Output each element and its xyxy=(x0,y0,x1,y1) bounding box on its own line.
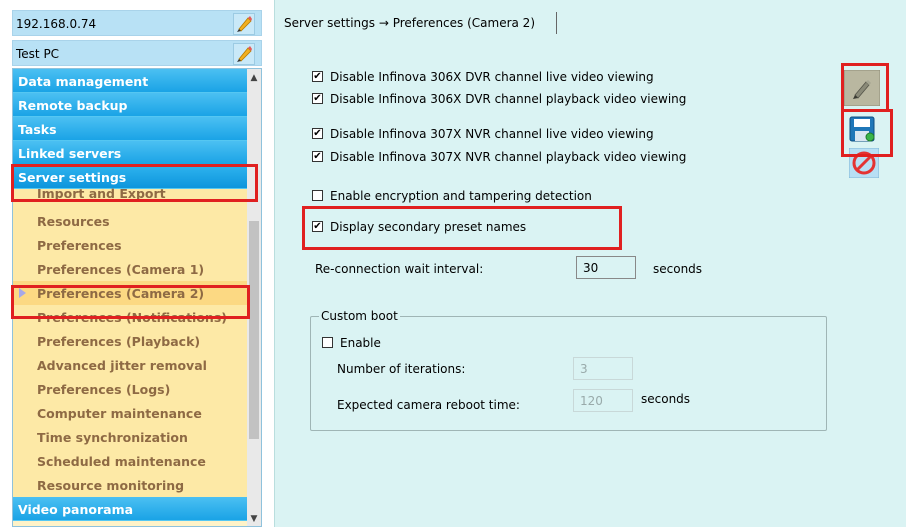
reconnect-input[interactable] xyxy=(577,257,635,278)
nav-sub-label: Preferences (Logs) xyxy=(37,382,171,397)
nav-advanced-jitter-removal[interactable]: Advanced jitter removal xyxy=(13,353,247,377)
nav-video-panorama[interactable]: Video panorama xyxy=(13,497,247,521)
checkbox-306x-live-box[interactable]: ✔ xyxy=(312,71,323,82)
checkbox-custom-boot-enable-box[interactable] xyxy=(322,337,333,348)
nav-sub-label: Preferences (Playback) xyxy=(37,334,201,349)
nav-linked-servers[interactable]: Linked servers xyxy=(13,141,247,165)
nav-preferences-camera-1[interactable]: Preferences (Camera 1) xyxy=(13,257,247,281)
edit-address-pencil-icon[interactable] xyxy=(233,13,255,35)
iterations-field[interactable] xyxy=(573,357,633,380)
nav-label: Linked servers xyxy=(18,146,122,161)
nav-time-synchronization[interactable]: Time synchronization xyxy=(13,425,247,449)
scroll-thumb[interactable] xyxy=(249,221,259,439)
scroll-up-icon[interactable]: ▲ xyxy=(247,71,261,85)
nav-label: Video panorama xyxy=(18,502,134,517)
checkbox-307x-playback-box[interactable]: ✔ xyxy=(312,151,323,162)
nav-resource-monitoring[interactable]: Resource monitoring xyxy=(13,473,247,497)
nav-resources[interactable]: Resources xyxy=(13,209,247,233)
highlight-secondary-preset-names xyxy=(302,206,622,250)
page-title: Server settings → Preferences (Camera 2) xyxy=(284,16,535,30)
reconnect-field[interactable] xyxy=(576,256,636,279)
reboot-time-input[interactable] xyxy=(574,390,632,411)
nav-sub-label: Time synchronization xyxy=(37,430,188,445)
edit-pc-name-pencil-icon[interactable] xyxy=(233,43,255,65)
nav-label: Data management xyxy=(18,74,149,89)
nav-tasks[interactable]: Tasks xyxy=(13,117,247,141)
nav-sub-label: Advanced jitter removal xyxy=(37,358,207,373)
nav-remote-backup[interactable]: Remote backup xyxy=(13,93,247,117)
nav-sub-label: Resource monitoring xyxy=(37,478,185,493)
scroll-down-icon[interactable]: ▼ xyxy=(247,512,261,526)
nav-preferences-logs[interactable]: Preferences (Logs) xyxy=(13,377,247,401)
highlight-server-settings xyxy=(11,164,258,202)
server-address: 192.168.0.74 xyxy=(16,17,97,31)
nav-preferences[interactable]: Preferences xyxy=(13,233,247,257)
highlight-edit-button xyxy=(841,63,889,112)
reconnect-label: Re-connection wait interval: xyxy=(315,262,484,276)
nav-sub-label: Preferences (Camera 1) xyxy=(37,262,205,277)
server-address-row[interactable]: 192.168.0.74 xyxy=(12,10,262,36)
nav-label: Tasks xyxy=(18,122,57,137)
settings-panel: Server settings → Preferences (Camera 2)… xyxy=(274,0,906,527)
nav-scheduled-maintenance[interactable]: Scheduled maintenance xyxy=(13,449,247,473)
checkbox-encryption-box[interactable] xyxy=(312,190,323,201)
title-caret xyxy=(556,12,557,34)
reconnect-unit: seconds xyxy=(653,262,703,276)
checkbox-306x-playback-label: Disable Infinova 306X DVR channel playba… xyxy=(330,92,687,106)
pc-name-row[interactable]: Test PC xyxy=(12,40,262,66)
nav-sub-label: Computer maintenance xyxy=(37,406,202,421)
nav-computer-maintenance[interactable]: Computer maintenance xyxy=(13,401,247,425)
sidebar: 192.168.0.74 Test PC Data management Rem… xyxy=(12,10,262,527)
checkbox-306x-playback-box[interactable]: ✔ xyxy=(312,93,323,104)
checkbox-encryption-label: Enable encryption and tampering detectio… xyxy=(330,189,592,203)
checkbox-307x-playback-label: Disable Infinova 307X NVR channel playba… xyxy=(330,150,687,164)
iterations-input[interactable] xyxy=(574,358,632,379)
checkbox-307x-live-box[interactable]: ✔ xyxy=(312,128,323,139)
nav-sub-label: Resources xyxy=(37,214,110,229)
pc-name: Test PC xyxy=(16,47,60,61)
highlight-preferences-camera-2 xyxy=(11,285,250,319)
iterations-label: Number of iterations: xyxy=(337,362,466,376)
nav-label: Remote backup xyxy=(18,98,128,113)
checkbox-custom-boot-enable-label: Enable xyxy=(340,336,381,350)
checkbox-306x-live-label: Disable Infinova 306X DVR channel live v… xyxy=(330,70,654,84)
highlight-save-button xyxy=(841,109,893,157)
nav-data-management[interactable]: Data management xyxy=(13,69,247,93)
nav-sub-label: Preferences xyxy=(37,238,122,253)
nav-sub-label: Scheduled maintenance xyxy=(37,454,206,469)
custom-boot-legend: Custom boot xyxy=(319,309,400,323)
reboot-time-unit: seconds xyxy=(641,392,691,406)
reboot-time-label: Expected camera reboot time: xyxy=(337,398,520,412)
checkbox-307x-live-label: Disable Infinova 307X NVR channel live v… xyxy=(330,127,654,141)
nav-preferences-playback[interactable]: Preferences (Playback) xyxy=(13,329,247,353)
reboot-time-field[interactable] xyxy=(573,389,633,412)
